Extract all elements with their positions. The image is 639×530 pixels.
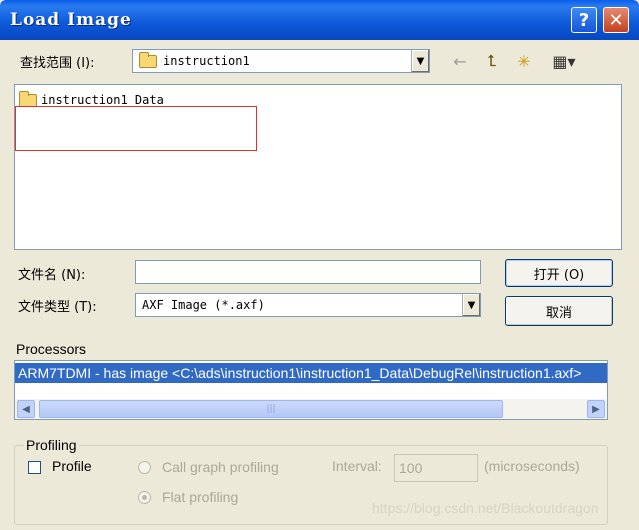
folder-icon [139,51,157,68]
horizontal-scrollbar[interactable]: ◀ ||| ▶ [15,399,607,419]
window-title: Load Image [10,10,132,30]
table-row[interactable]: ARM7TDMI - has image <C:\ads\instruction… [15,363,607,383]
watermark-text: https://blog.csdn.net/Blackoutdragon [372,500,599,516]
look-in-dropdown[interactable]: instruction1 ▼ [132,49,430,73]
highlight-box [15,106,257,151]
open-button[interactable]: 打开 (O) [505,259,613,287]
view-menu-icon[interactable]: ▦▾ [546,50,582,72]
file-list[interactable]: instruction1_Data [14,84,622,250]
close-button[interactable]: ✕ [603,7,629,33]
call-graph-label: Call graph profiling [162,459,279,475]
look-in-value: instruction1 [163,54,250,68]
profile-label: Profile [52,458,92,474]
file-name-input[interactable] [135,260,481,284]
list-item[interactable]: instruction1_Data [19,90,164,107]
profiling-group-title: Profiling [24,437,79,453]
interval-unit-label: (microseconds) [484,458,580,474]
scroll-thumb[interactable]: ||| [39,400,503,418]
profile-checkbox[interactable] [28,461,41,474]
help-button[interactable]: ? [571,7,597,33]
chevron-down-icon[interactable]: ▼ [462,294,480,316]
file-name-label: 文件名 (N): [18,268,86,283]
processors-list[interactable]: ARM7TDMI - has image <C:\ads\instruction… [14,360,608,420]
file-type-dropdown[interactable]: AXF Image (*.axf) ▼ [135,293,481,317]
close-icon: ✕ [608,9,624,31]
file-name: instruction1_Data [41,93,164,107]
processors-label: Processors [16,341,87,357]
call-graph-radio[interactable] [138,461,151,474]
file-type-value: AXF Image (*.axf) [142,298,265,312]
scroll-right-icon[interactable]: ▶ [587,400,605,418]
interval-input[interactable]: 100 [394,454,478,482]
new-folder-icon[interactable]: ✳ [512,50,536,72]
up-folder-icon[interactable]: ⮤ [480,50,504,72]
title-bar: Load Image ? ✕ [0,0,639,40]
folder-icon [19,90,37,107]
help-icon: ? [578,9,590,31]
file-type-label: 文件类型 (T): [18,300,97,315]
cancel-button[interactable]: 取消 [505,296,613,326]
scroll-left-icon[interactable]: ◀ [17,400,35,418]
back-icon[interactable]: ← [448,50,472,72]
interval-label: Interval: [332,458,382,474]
flat-profiling-label: Flat profiling [162,489,239,505]
chevron-down-icon[interactable]: ▼ [411,50,429,72]
look-in-label: 查找范围 (I): [20,56,95,71]
flat-profiling-radio[interactable] [138,491,151,504]
